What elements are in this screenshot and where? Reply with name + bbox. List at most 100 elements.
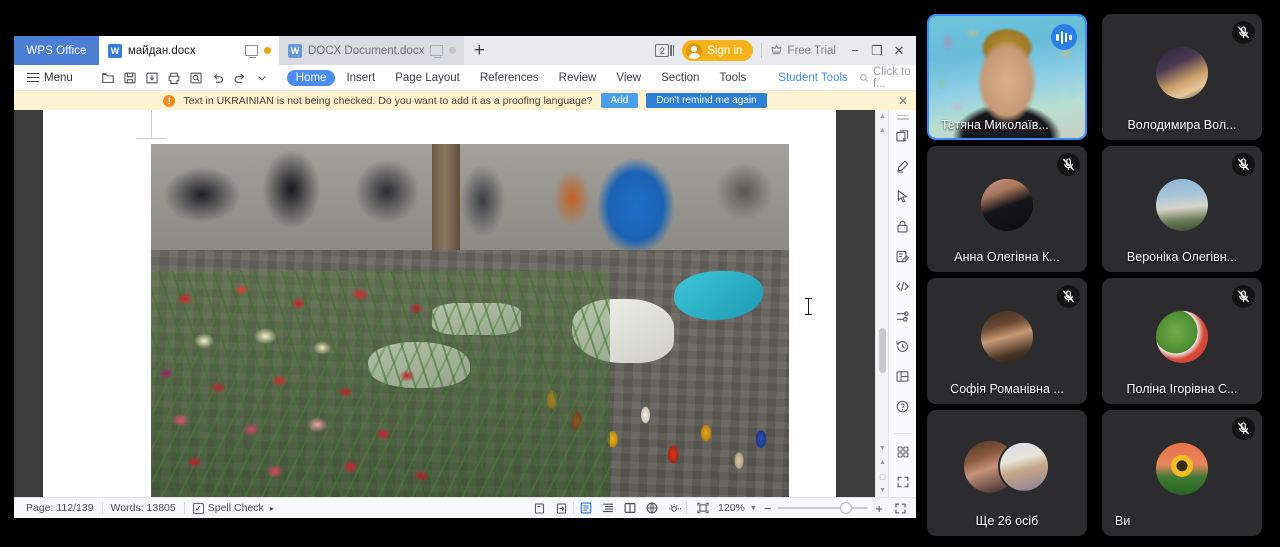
overflow-participants-label: Ще 26 осіб	[927, 514, 1087, 528]
settings-sliders-icon[interactable]	[889, 302, 917, 332]
minimize-icon: −	[851, 43, 859, 58]
ribbon-tab-page-layout[interactable]: Page Layout	[386, 70, 469, 86]
history-icon[interactable]	[889, 332, 917, 362]
maximize-button[interactable]: ❐	[866, 36, 888, 65]
search-input[interactable]: Click to f...	[859, 66, 916, 90]
document-tab-label: майдан.docx	[128, 45, 239, 57]
edit-document-icon[interactable]	[889, 242, 917, 272]
avatar	[1156, 47, 1208, 99]
scroll-select-object-button[interactable]: ▲	[876, 456, 889, 469]
participant-tile[interactable]: Софія Романівна ...	[927, 278, 1087, 404]
document-tab-label: DOCX Document.docx	[308, 45, 424, 57]
close-icon[interactable]: ✕	[898, 94, 908, 108]
scroll-down-button[interactable]: ▼	[876, 484, 889, 497]
customize-qat-icon[interactable]	[252, 67, 273, 88]
eye-protection-icon[interactable]	[664, 498, 684, 518]
menu-button[interactable]: Menu	[20, 72, 80, 84]
participant-tile[interactable]: Вероніка Олегівн...	[1102, 146, 1262, 272]
add-language-button[interactable]: Add	[601, 93, 639, 108]
document-tab-maydan[interactable]: W майдан.docx	[99, 36, 279, 65]
ribbon-tab-references[interactable]: References	[471, 70, 548, 86]
web-layout-view-icon[interactable]	[642, 498, 662, 518]
word-count[interactable]: Words: 13805	[103, 502, 184, 514]
ribbon-tab-section[interactable]: Section	[652, 70, 708, 86]
ribbon-tab-view[interactable]: View	[607, 70, 650, 86]
expand-icon[interactable]	[890, 498, 910, 518]
document-image-memorial-photo[interactable]	[151, 144, 789, 497]
zoom-out-button[interactable]: −	[762, 501, 774, 516]
zoom-level-label[interactable]: 120%	[718, 502, 745, 514]
tab-preview-icon[interactable]	[430, 45, 443, 56]
document-page[interactable]	[43, 110, 836, 497]
outline-view-icon[interactable]	[598, 498, 618, 518]
participant-tile[interactable]: Володимира Вол...	[1102, 14, 1262, 140]
participant-tile[interactable]: Анна Олегівна К...	[927, 146, 1087, 272]
new-tab-button[interactable]: +	[464, 36, 494, 65]
ribbon-tab-insert[interactable]: Insert	[337, 70, 384, 86]
scrollbar-thumb[interactable]	[879, 328, 886, 373]
ribbon-tab-student-tools[interactable]: Student Tools	[769, 70, 856, 86]
rail-grip[interactable]	[897, 118, 909, 119]
chevron-down-icon[interactable]: ▼	[750, 505, 757, 512]
redo-icon[interactable]	[230, 67, 251, 88]
ribbon-tab-home[interactable]: Home	[287, 70, 336, 86]
minimize-button[interactable]: −	[844, 36, 866, 65]
scroll-up-button[interactable]: ▲	[876, 110, 889, 123]
scroll-browse-object-button[interactable]: ▢	[876, 470, 889, 483]
reading-layout-view-icon[interactable]	[620, 498, 640, 518]
lock-icon[interactable]	[889, 212, 917, 242]
sign-in-button[interactable]: Sign in	[682, 40, 753, 61]
spell-check-toggle[interactable]: ✓ Spell Check ▸	[185, 502, 282, 514]
select-cursor-icon[interactable]	[889, 182, 917, 212]
open-icon[interactable]	[98, 67, 119, 88]
ribbon-tab-label: References	[480, 72, 539, 84]
print-preview-icon[interactable]	[186, 67, 207, 88]
insert-page-icon[interactable]	[551, 498, 571, 518]
tab-modified-dot	[449, 47, 456, 54]
chevron-right-icon[interactable]: ▸	[270, 504, 274, 513]
zoom-slider-knob[interactable]	[840, 502, 852, 514]
participant-tile-overflow[interactable]: Ще 26 осіб	[927, 410, 1087, 536]
wps-office-brand-tab[interactable]: WPS Office	[14, 36, 99, 65]
document-tab-docx[interactable]: W DOCX Document.docx	[279, 36, 464, 65]
undo-icon[interactable]	[208, 67, 229, 88]
document-canvas[interactable]	[14, 110, 875, 497]
warning-icon: !	[163, 95, 175, 107]
participant-tile-self[interactable]: Ви	[1102, 410, 1262, 536]
close-panel-icon[interactable]	[889, 122, 917, 152]
fullscreen-icon[interactable]	[889, 467, 917, 497]
stack-count: 2	[655, 44, 669, 57]
ribbon-tab-review[interactable]: Review	[550, 70, 606, 86]
participant-tile[interactable]: Поліна Ігорівна С...	[1102, 278, 1262, 404]
help-icon[interactable]	[889, 392, 917, 422]
scroll-page-up-button[interactable]: ▲	[876, 124, 889, 137]
mic-muted-icon	[1057, 153, 1080, 176]
save-as-icon[interactable]	[142, 67, 163, 88]
layout-panel-icon[interactable]	[889, 362, 917, 392]
document-stack-badge[interactable]: 2	[655, 44, 674, 57]
highlighter-icon[interactable]	[889, 152, 917, 182]
save-icon[interactable]	[120, 67, 141, 88]
page-setup-icon[interactable]	[529, 498, 549, 518]
print-icon[interactable]	[164, 67, 185, 88]
avatar-group	[964, 441, 1050, 493]
wps-writer-icon: W	[108, 44, 122, 58]
tab-preview-icon[interactable]	[245, 45, 258, 56]
fit-page-icon[interactable]	[693, 498, 713, 518]
zoom-in-button[interactable]: +	[873, 501, 885, 516]
vertical-scrollbar[interactable]: ▲ ▲ ▼ ▲ ▢ ▼	[875, 110, 888, 497]
participant-tile-speaking[interactable]: Тетяна Миколаїв...	[927, 14, 1087, 140]
code-icon[interactable]	[889, 272, 917, 302]
rail-grip[interactable]	[897, 115, 909, 116]
zoom-controls: 120% ▼ − +	[689, 498, 910, 518]
print-layout-view-icon[interactable]	[576, 498, 596, 518]
ribbon-tab-tools[interactable]: Tools	[710, 70, 755, 86]
dont-remind-button[interactable]: Don't remind me again	[646, 93, 766, 108]
scroll-page-down-button[interactable]: ▼	[876, 442, 889, 455]
close-button[interactable]: ✕	[888, 36, 910, 65]
free-trial-button[interactable]: Free Trial	[770, 44, 836, 57]
page-indicator[interactable]: Page: 112/139	[18, 502, 102, 514]
crown-icon	[770, 44, 783, 57]
apps-grid-icon[interactable]	[889, 437, 917, 467]
zoom-slider[interactable]	[778, 507, 868, 509]
